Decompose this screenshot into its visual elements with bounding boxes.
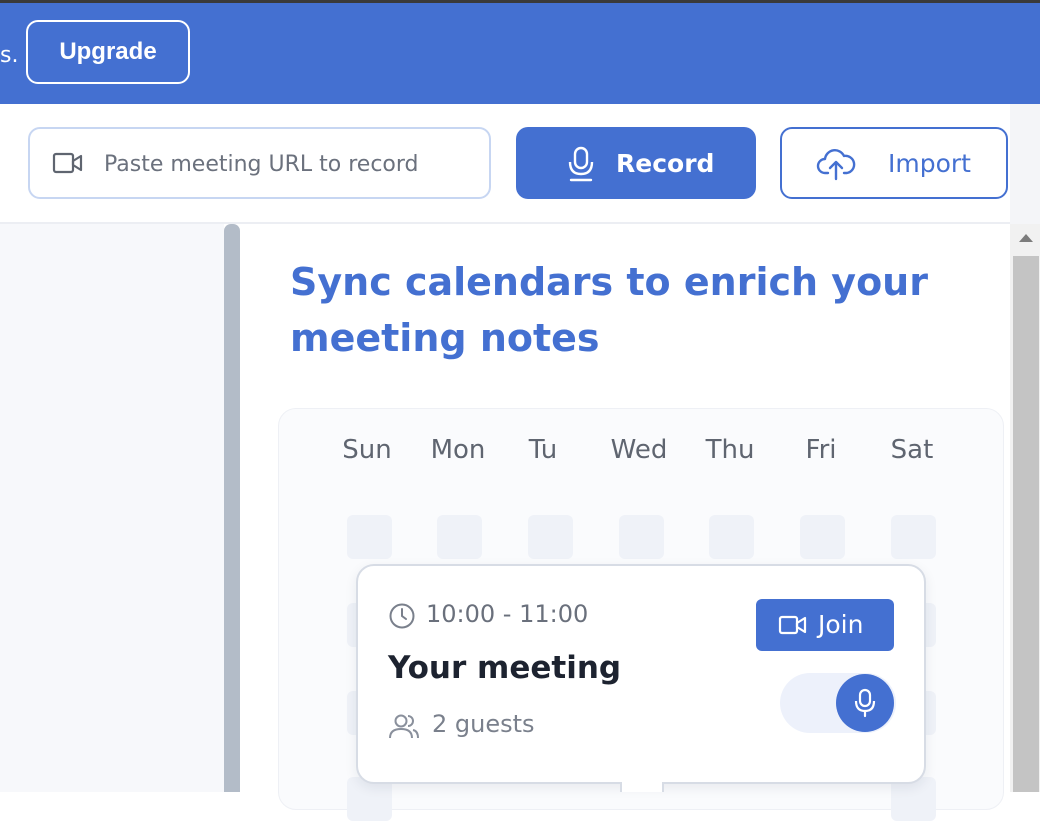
record-button[interactable]: Record <box>516 127 756 199</box>
day-label: Fri <box>805 435 837 465</box>
banner-text: s. <box>0 43 19 68</box>
calendar-cell <box>709 515 754 559</box>
day-label: Wed <box>610 435 668 465</box>
recording-toolbar: Record Import <box>0 104 1040 224</box>
left-sidebar <box>0 224 224 792</box>
microphone-icon <box>854 688 876 718</box>
record-toggle[interactable] <box>780 673 896 733</box>
meeting-url-field[interactable] <box>28 127 491 199</box>
record-label: Record <box>616 149 715 178</box>
meeting-title: Your meeting <box>388 650 622 686</box>
video-camera-icon <box>778 615 807 635</box>
calendar-cell <box>891 515 936 559</box>
clock-icon <box>389 603 415 629</box>
toolbar-right-edge <box>1010 104 1040 224</box>
import-button[interactable]: Import <box>780 127 1008 199</box>
heading-line-1: Sync calendars to enrich your <box>290 260 928 304</box>
upgrade-banner: s. Upgrade <box>0 3 1040 104</box>
day-label: Mon <box>430 435 486 465</box>
meeting-url-input[interactable] <box>102 145 476 183</box>
meeting-time: 10:00 - 11:00 <box>426 600 589 628</box>
day-label: Thu <box>705 435 755 465</box>
meeting-card: 10:00 - 11:00 Your meeting 2 guests Join <box>356 564 926 784</box>
scrollbar[interactable] <box>1010 224 1040 792</box>
day-label: Sun <box>342 435 392 465</box>
calendar-cell <box>619 515 664 559</box>
heading-line-2: meeting notes <box>290 316 600 360</box>
scroll-thumb[interactable] <box>1013 256 1039 792</box>
import-label: Import <box>888 149 971 178</box>
join-label: Join <box>818 610 864 639</box>
microphone-icon <box>568 146 594 182</box>
day-label: Tu <box>528 435 558 465</box>
calendar-cell <box>437 515 482 559</box>
video-camera-icon <box>52 152 83 174</box>
calendar-cell <box>347 515 392 559</box>
cloud-upload-icon <box>816 149 856 181</box>
upgrade-button[interactable]: Upgrade <box>26 20 190 84</box>
day-label: Sat <box>890 435 934 465</box>
meeting-guests: 2 guests <box>432 710 535 738</box>
calendar-cell <box>528 515 573 559</box>
calendar-cell <box>800 515 845 559</box>
card-pointer <box>620 782 664 792</box>
page-heading: Sync calendars to enrich your meeting no… <box>290 254 930 366</box>
toggle-knob <box>836 674 894 732</box>
join-button[interactable]: Join <box>756 599 894 651</box>
users-icon <box>389 714 419 739</box>
sidebar-resize-handle[interactable] <box>224 224 240 792</box>
scroll-up-arrow-icon[interactable] <box>1019 234 1033 242</box>
